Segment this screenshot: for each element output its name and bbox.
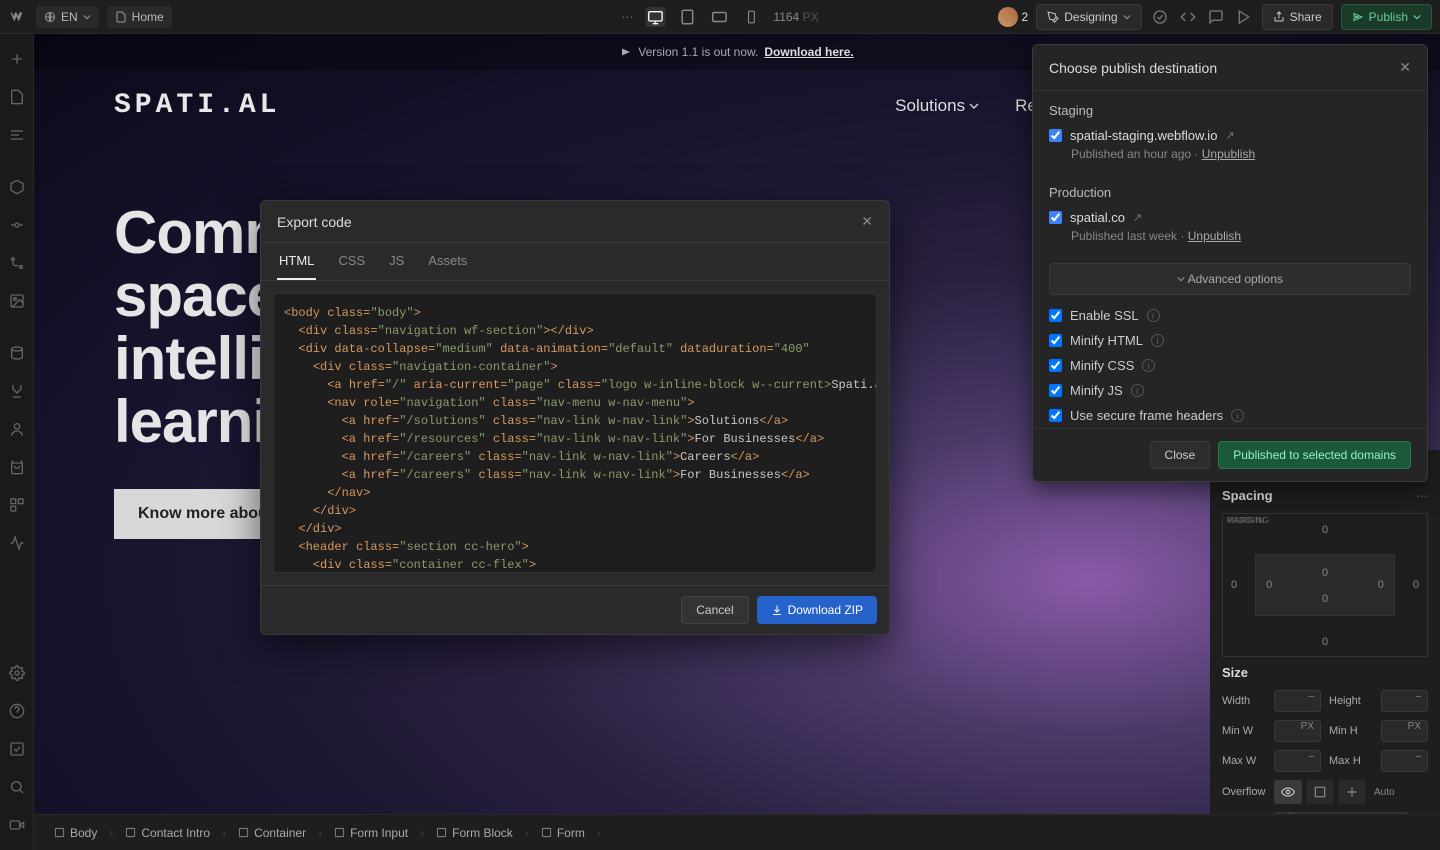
margin-box[interactable]: MARGIN 0 0 PADDING 0 00 0 0 0 xyxy=(1222,513,1428,657)
logic-icon[interactable] xyxy=(0,374,34,408)
apps-icon[interactable] xyxy=(0,488,34,522)
overflow-visible[interactable] xyxy=(1274,780,1302,804)
staging-domain[interactable]: spatial-staging.webflow.io xyxy=(1070,128,1217,143)
export-code-modal: Export code ✕ HTML CSS JS Assets <body c… xyxy=(260,200,890,635)
cms-icon[interactable] xyxy=(0,336,34,370)
mobile-icon[interactable] xyxy=(741,7,761,27)
unpublish-link[interactable]: Unpublish xyxy=(1188,229,1241,243)
cancel-button[interactable]: Cancel xyxy=(681,596,748,624)
info-icon[interactable]: i xyxy=(1231,409,1244,422)
tablet-landscape-icon[interactable] xyxy=(709,7,729,27)
download-zip-button[interactable]: Download ZIP xyxy=(757,596,877,624)
page-selector[interactable]: Home xyxy=(107,6,172,28)
publish-panel-title: Choose publish destination xyxy=(1049,60,1217,76)
ssl-checkbox[interactable] xyxy=(1049,309,1062,322)
overflow-hidden[interactable] xyxy=(1306,780,1334,804)
modal-title: Export code xyxy=(277,214,352,230)
crumb-body[interactable]: Body xyxy=(46,822,105,844)
unpublish-link[interactable]: Unpublish xyxy=(1202,147,1255,161)
staging-checkbox[interactable] xyxy=(1049,129,1062,142)
mode-selector[interactable]: Designing xyxy=(1036,4,1141,30)
tab-assets[interactable]: Assets xyxy=(426,243,469,280)
tab-css[interactable]: CSS xyxy=(336,243,367,280)
webflow-logo-icon[interactable] xyxy=(8,7,28,27)
add-icon[interactable] xyxy=(0,42,34,76)
minify-css-checkbox[interactable] xyxy=(1049,359,1062,372)
minh-input[interactable]: PX xyxy=(1381,720,1428,742)
published-button[interactable]: Published to selected domains xyxy=(1218,441,1411,469)
avatar-icon xyxy=(998,7,1018,27)
secure-headers-checkbox[interactable] xyxy=(1049,409,1062,422)
maxh-input[interactable]: – xyxy=(1381,750,1428,772)
crumb-container[interactable]: Container xyxy=(230,822,314,844)
banner-link[interactable]: Download here. xyxy=(764,45,853,59)
production-checkbox[interactable] xyxy=(1049,211,1062,224)
comment-icon[interactable] xyxy=(1206,7,1226,27)
more-icon[interactable]: ⋯ xyxy=(621,10,633,24)
overflow-scroll[interactable] xyxy=(1338,780,1366,804)
search-icon[interactable] xyxy=(0,770,34,804)
close-icon[interactable]: ✕ xyxy=(1399,59,1411,76)
video-icon[interactable] xyxy=(0,808,34,842)
variables-icon[interactable] xyxy=(0,208,34,242)
style-panel: Children Don't wrap Wrap Spacing⋯ MARGIN… xyxy=(1210,450,1440,814)
viewport-width: 1164 PX xyxy=(773,10,818,24)
external-link-icon[interactable]: ↗ xyxy=(1133,211,1142,224)
info-icon[interactable]: i xyxy=(1151,334,1164,347)
desktop-icon[interactable] xyxy=(645,7,665,27)
assets-icon[interactable] xyxy=(0,284,34,318)
collaborators[interactable]: 2 xyxy=(998,7,1029,27)
minw-input[interactable]: PX xyxy=(1274,720,1321,742)
height-input[interactable]: – xyxy=(1381,690,1428,712)
minify-js-checkbox[interactable] xyxy=(1049,384,1062,397)
production-domain[interactable]: spatial.co xyxy=(1070,210,1125,225)
minify-html-checkbox[interactable] xyxy=(1049,334,1062,347)
info-icon[interactable]: i xyxy=(1131,384,1144,397)
nav-link-solutions[interactable]: Solutions xyxy=(895,96,979,116)
ecommerce-icon[interactable] xyxy=(0,450,34,484)
topbar: EN Home ⋯ 1164 PX 2 Designing Share xyxy=(0,0,1440,34)
pages-icon[interactable] xyxy=(0,80,34,114)
advanced-options[interactable]: Advanced options xyxy=(1049,263,1411,295)
styles-icon[interactable] xyxy=(0,246,34,280)
width-input[interactable]: – xyxy=(1274,690,1321,712)
language-selector[interactable]: EN xyxy=(36,6,99,28)
crumb-form-block[interactable]: Form Block xyxy=(428,822,521,844)
info-icon[interactable]: i xyxy=(1142,359,1155,372)
breadcrumb: Body› Contact Intro› Container› Form Inp… xyxy=(34,814,1440,850)
close-icon[interactable]: ✕ xyxy=(861,213,873,230)
share-button[interactable]: Share xyxy=(1262,4,1333,30)
crumb-form[interactable]: Form xyxy=(533,822,593,844)
crumb-form-input[interactable]: Form Input xyxy=(326,822,416,844)
crumb-contact-intro[interactable]: Contact Intro xyxy=(117,822,218,844)
navigator-icon[interactable] xyxy=(0,118,34,152)
users-icon[interactable] xyxy=(0,412,34,446)
help-icon[interactable] xyxy=(0,694,34,728)
preview-icon[interactable] xyxy=(1234,7,1254,27)
tablet-icon[interactable] xyxy=(677,7,697,27)
tab-js[interactable]: JS xyxy=(387,243,406,280)
components-icon[interactable] xyxy=(0,170,34,204)
settings-icon[interactable] xyxy=(0,656,34,690)
publish-button[interactable]: Publish xyxy=(1341,4,1432,30)
external-link-icon[interactable]: ↗ xyxy=(1225,129,1234,142)
publish-panel: Choose publish destination ✕ Staging spa… xyxy=(1032,44,1428,482)
left-toolbar xyxy=(0,34,34,850)
code-preview[interactable]: <body class="body"> <div class="navigati… xyxy=(273,293,877,573)
close-button[interactable]: Close xyxy=(1150,441,1211,469)
info-icon[interactable]: i xyxy=(1147,309,1160,322)
site-logo: SPATI.AL xyxy=(114,90,280,121)
tab-html[interactable]: HTML xyxy=(277,243,316,280)
activity-icon[interactable] xyxy=(0,526,34,560)
viewport-controls: ⋯ 1164 PX xyxy=(621,7,818,27)
maxw-input[interactable]: – xyxy=(1274,750,1321,772)
code-icon[interactable] xyxy=(1178,7,1198,27)
check2-icon[interactable] xyxy=(0,732,34,766)
check-icon[interactable] xyxy=(1150,7,1170,27)
